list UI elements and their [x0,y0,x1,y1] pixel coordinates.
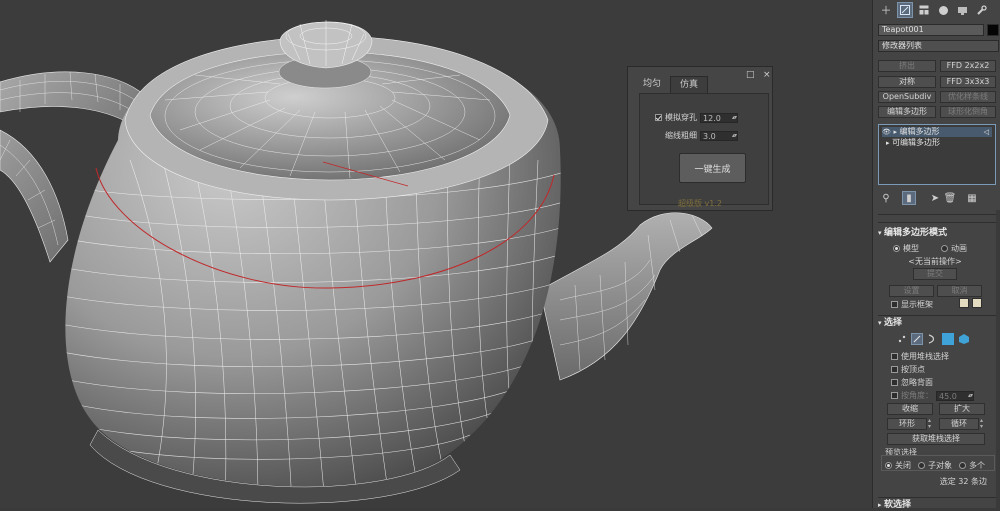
preview-off-label: 关闭 [895,461,911,470]
eye-icon[interactable]: 👁 [882,128,891,136]
simulate-hole-checkbox[interactable] [655,114,662,121]
thickness-spinner[interactable]: 3.0 [700,130,738,141]
ffd222-button[interactable]: FFD 2x2x2 [940,60,996,72]
configure-sets-icon[interactable]: ▦ [966,191,978,205]
motion-icon[interactable] [935,2,951,18]
cursor-icon[interactable]: ➤ [929,191,941,205]
show-cage-label: 显示框架 [901,300,933,309]
mode-model-radio[interactable] [893,245,900,252]
polygon-subobject-icon[interactable] [942,333,954,345]
pin-stack-icon[interactable]: ⚲ [880,191,892,205]
preview-multi-label: 多个 [969,461,985,470]
by-angle-spinner[interactable]: 45.0 [936,390,974,401]
expand-arrow-icon[interactable]: ▸ [893,128,897,136]
settings-button[interactable]: 设置 [889,285,934,297]
border-subobject-icon[interactable] [926,333,938,345]
show-cage-checkbox[interactable] [891,301,898,308]
expand-arrow-icon[interactable]: ▸ [882,139,890,147]
loop-button[interactable]: 循环 [939,418,979,430]
tab-uniform[interactable]: 均匀 [634,76,670,92]
rollout-soft-selection[interactable]: ▸ 软选择 [878,500,911,511]
modifier-list-dropdown[interactable]: 修改器列表 [878,40,999,52]
current-operation-label: <无当前操作> [908,257,962,266]
object-name-field[interactable]: Teapot001 [878,24,984,36]
close-icon[interactable]: × [763,70,771,80]
rollout-selection[interactable]: ▾ 选择 [878,318,902,329]
stack-item-label: 编辑多边形 [899,127,940,136]
cancel-button[interactable]: 取消 [937,285,982,297]
generate-button[interactable]: 一键生成 [679,153,746,183]
command-panel-tabs: ＋ [873,0,1000,20]
extrude-button[interactable]: 挤出 [878,60,936,72]
by-vertex-label: 按顶点 [901,365,925,374]
edge-subobject-icon[interactable] [911,333,923,345]
preview-subobject-radio[interactable] [918,462,925,469]
rollout-title: 编辑多边形模式 [883,228,947,238]
divider [878,214,996,215]
rollout-title: 软选择 [883,500,911,510]
use-stack-selection-checkbox[interactable] [891,353,898,360]
mode-anim-label: 动画 [951,244,967,253]
vertex-subobject-icon[interactable] [896,333,908,345]
commit-button[interactable]: 提交 [913,268,957,280]
loop-spinner[interactable]: ▴ ▾ [980,418,986,430]
object-color-swatch[interactable] [987,24,999,36]
mode-model-label: 模型 [903,244,919,253]
ignore-backfacing-label: 忽略背面 [901,378,933,387]
selection-count-label: 选定 32 条边 [939,477,987,486]
version-label: 超级版 v1.2 [678,199,722,208]
divider [878,315,996,316]
preview-off-radio[interactable] [885,462,892,469]
stack-item-editable-poly[interactable]: ▸ 可编辑多边形 [882,138,992,148]
tool-dialog[interactable]: 均匀 仿真 □ × 模拟穿孔 12.0 缩线粗细 3.0 一键生成 超级版 v1… [627,66,773,211]
wrench-icon[interactable] [973,2,989,18]
use-stack-selection-label: 使用堆栈选择 [901,352,949,361]
dialog-tabs: 均匀 仿真 [634,76,709,93]
stack-item-label: 可编辑多边形 [892,138,941,147]
command-panel: ＋ Teapot001 修改器列表 挤出 FFD 2x2x2 对称 FFD 3x… [872,0,1000,511]
preview-subobject-label: 子对象 [928,461,952,470]
ffd333-button[interactable]: FFD 3x3x3 [940,76,996,88]
divider [878,497,996,498]
simulate-panel: 模拟穿孔 12.0 缩线粗细 3.0 一键生成 [639,93,769,205]
grow-button[interactable]: 扩大 [939,403,985,415]
cage-color-swatch[interactable] [959,298,969,308]
rollout-edit-poly-mode[interactable]: ▾ 编辑多边形模式 [878,228,947,239]
get-stack-selection-button[interactable]: 获取堆栈选择 [887,433,985,445]
preview-multi-radio[interactable] [959,462,966,469]
pin-icon: ◁ [983,128,989,136]
trash-icon[interactable]: 🗑 [944,191,957,205]
ring-spinner[interactable]: ▴ ▾ [928,418,934,430]
restore-icon[interactable]: □ [746,70,755,80]
by-angle-label: 按角度： [901,391,933,400]
mode-anim-radio[interactable] [941,245,948,252]
tab-simulate[interactable]: 仿真 [670,76,709,93]
opensubdiv-button[interactable]: OpenSubdiv [878,91,936,103]
show-end-result-icon[interactable]: ▮ [902,191,916,205]
symmetry-button[interactable]: 对称 [878,76,936,88]
element-subobject-icon[interactable] [958,333,970,345]
rollout-title: 选择 [883,318,902,328]
command-panel-scrollbar[interactable] [996,210,1000,508]
by-angle-checkbox[interactable] [891,392,898,399]
edit-poly-button[interactable]: 编辑多边形 [878,106,936,118]
divider [878,222,996,223]
plus-icon[interactable]: ＋ [878,2,894,18]
shrink-button[interactable]: 收缩 [887,403,933,415]
ring-button[interactable]: 环形 [887,418,927,430]
cage-selected-color-swatch[interactable] [972,298,982,308]
hierarchy-icon[interactable] [916,2,932,18]
by-vertex-checkbox[interactable] [891,366,898,373]
modify-icon[interactable] [897,2,913,18]
modifier-stack[interactable]: 👁 ▸ 编辑多边形 ◁ ▸ 可编辑多边形 [878,124,996,185]
stack-item-edit-poly[interactable]: 👁 ▸ 编辑多边形 ◁ [882,127,992,137]
simulate-hole-spinner[interactable]: 12.0 [700,112,738,123]
spherify-chamfer-button[interactable]: 球形化倒角 [940,106,996,118]
display-icon[interactable] [954,2,970,18]
simulate-hole-label: 模拟穿孔 [665,113,697,122]
optimize-spline-button[interactable]: 优化样条线 [940,91,996,103]
thickness-label: 缩线粗细 [665,131,697,140]
ignore-backfacing-checkbox[interactable] [891,379,898,386]
